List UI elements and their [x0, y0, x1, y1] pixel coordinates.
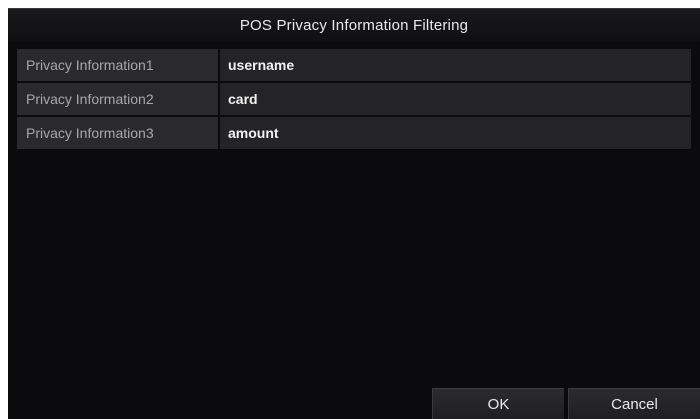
- privacy-info-label-3: Privacy Information3: [17, 117, 220, 149]
- table-row: Privacy Information1 username: [17, 49, 691, 81]
- privacy-filter-dialog: POS Privacy Information Filtering Privac…: [8, 8, 700, 419]
- ok-button[interactable]: OK: [432, 388, 564, 419]
- cancel-button[interactable]: Cancel: [568, 388, 700, 419]
- privacy-info-label-1: Privacy Information1: [17, 49, 220, 81]
- dialog-footer: OK Cancel: [432, 388, 700, 419]
- privacy-info-field-2[interactable]: card: [220, 83, 691, 115]
- dialog-title: POS Privacy Information Filtering: [8, 9, 700, 42]
- privacy-info-table: Privacy Information1 username Privacy In…: [17, 49, 691, 151]
- privacy-info-field-1[interactable]: username: [220, 49, 691, 81]
- privacy-info-label-2: Privacy Information2: [17, 83, 220, 115]
- privacy-info-field-3[interactable]: amount: [220, 117, 691, 149]
- table-row: Privacy Information2 card: [17, 83, 691, 115]
- table-row: Privacy Information3 amount: [17, 117, 691, 149]
